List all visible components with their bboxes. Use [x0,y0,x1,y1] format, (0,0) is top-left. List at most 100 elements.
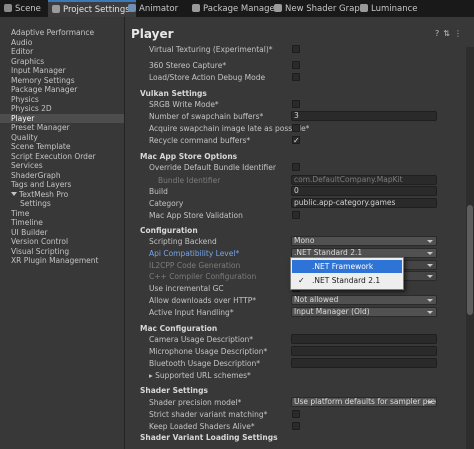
settings-gear-icon [52,5,60,13]
text-field[interactable] [291,334,437,344]
dropdown-option[interactable]: .NET Framework [292,260,402,273]
dropdown[interactable]: Use platform defaults for sampler precis… [291,397,437,407]
more-icon[interactable]: ⋮ [454,29,466,38]
text-field[interactable]: 0 [291,186,437,196]
sidebar-item-settings[interactable]: Settings [20,199,51,208]
tab-new-shader-graph[interactable]: New Shader Graph [274,1,365,17]
tab-package-manager[interactable]: Package Manager [192,1,278,17]
dropdown[interactable]: Not allowed [291,295,437,305]
sidebar-item-adaptive-performance[interactable]: Adaptive Performance [11,28,94,37]
sidebar-item-shadergraph[interactable]: ShaderGraph [11,171,61,180]
setting-row: Shader precision model* Use platform defa… [125,397,465,408]
setting-label: Acquire swapchain image late as possible… [149,124,310,133]
sidebar-item-tags-and-layers[interactable]: Tags and Layers [11,180,71,189]
checkbox[interactable] [292,61,300,69]
tab-luminance[interactable]: Luminance [360,1,418,17]
section-header: Shader Settings [140,386,208,395]
preset-icon[interactable]: ⇅ [443,29,454,38]
sidebar-item-label: Physics [11,94,39,104]
sidebar-item-timeline[interactable]: Timeline [11,218,43,227]
sidebar-item-label: Timeline [11,218,43,227]
setting-row: Shader Variant Loading Settings [125,432,465,443]
sidebar-item-label: Scene Template [11,142,71,151]
checkbox[interactable] [292,211,300,219]
sidebar-item-label: Player [11,113,35,123]
setting-row: Bundle Identifier com.DefaultCompany.MapK… [125,175,465,186]
dropdown[interactable]: Mono [291,236,437,246]
dropdown-option-label: .NET Framework [312,262,374,271]
sidebar-item-preset-manager[interactable]: Preset Manager [11,123,70,132]
checkbox[interactable] [292,410,300,418]
sidebar-item-time[interactable]: Time [11,209,29,218]
setting-label: Shader precision model* [149,398,242,407]
setting-row: Scripting Backend Mono [125,236,465,247]
sidebar-item-quality[interactable]: Quality [11,133,38,142]
scrollbar-thumb[interactable] [467,205,473,315]
sidebar-item-xr-plugin-management[interactable]: XR Plugin Management [11,256,98,265]
editor-tab-bar: Scene Project Settings Animator Package Man… [0,0,474,18]
tab-project-settings[interactable]: Project Settings [48,0,136,18]
sidebar-item-label: Settings [20,199,51,208]
foldout-label[interactable]: Supported URL schemes* [155,371,251,380]
sidebar-item-audio[interactable]: Audio [11,38,32,47]
sidebar-item-textmesh-pro[interactable]: TextMesh Pro [11,190,68,199]
setting-row: ▸ Supported URL schemes* [125,370,465,381]
checkbox[interactable] [292,73,300,81]
sidebar-item-services[interactable]: Services [11,161,43,170]
luminance-icon [360,4,368,12]
checkbox[interactable] [292,422,300,430]
checkbox[interactable] [292,45,300,53]
chevron-down-icon [427,311,433,314]
setting-row: Load/Store Action Debug Mode [125,72,465,83]
checkbox[interactable] [292,124,300,132]
sidebar-item-scene-template[interactable]: Scene Template [11,142,70,151]
sidebar-item-graphics[interactable]: Graphics [11,57,44,66]
tab-animator[interactable]: Animator [128,1,178,17]
dropdown-value: Input Manager (Old) [294,307,370,316]
setting-label: Virtual Texturing (Experimental)* [149,45,273,54]
sidebar-item-editor[interactable]: Editor [11,47,33,56]
sidebar-item-memory-settings[interactable]: Memory Settings [11,76,75,85]
setting-row: Active Input Handling* Input Manager (Old… [125,307,465,318]
section-header: Vulkan Settings [140,89,207,98]
sidebar-item-player[interactable]: Player [0,113,124,123]
chevron-down-icon [427,401,433,404]
setting-label: Use incremental GC [149,284,224,293]
setting-label: IL2CPP Code Generation [149,261,241,270]
sidebar-item-label: ShaderGraph [11,170,61,180]
text-field[interactable]: 3 [291,111,437,121]
sidebar-item-script-execution-order[interactable]: Script Execution Order [11,152,96,161]
tab-label: Project Settings [63,5,130,15]
sidebar-item-input-manager[interactable]: Input Manager [11,66,66,75]
dropdown-option[interactable]: ✓ .NET Standard 2.1 [292,274,402,287]
setting-row: Configuration [125,225,465,236]
sidebar-item-visual-scripting[interactable]: Visual Scripting [11,247,69,256]
chevron-down-icon[interactable] [11,191,17,196]
text-field[interactable] [291,346,437,356]
text-field[interactable]: public.app-category.games [291,198,437,208]
dropdown[interactable]: Input Manager (Old) [291,307,437,317]
tab-label: Luminance [371,4,418,14]
setting-label: Keep Loaded Shaders Alive* [149,422,255,431]
checkmark-icon: ✓ [293,136,300,145]
tab-scene[interactable]: Scene [4,1,41,17]
setting-label: SRGB Write Mode* [149,100,219,109]
checkbox[interactable] [292,163,300,171]
sidebar-item-label: Version Control [11,237,69,246]
settings-sidebar: Adaptive Performance Audio Editor Graphics I… [0,17,125,449]
setting-row: Mac App Store Options [125,151,465,162]
sidebar-item-package-manager[interactable]: Package Manager [11,85,77,94]
sidebar-item-physics[interactable]: Physics [11,95,39,104]
setting-label: Scripting Backend [149,237,217,246]
sidebar-item-label: Input Manager [11,66,66,75]
sidebar-item-physics-2d[interactable]: Physics 2D [11,104,52,113]
chevron-down-icon [427,299,433,302]
setting-label: Strict shader variant matching* [149,410,268,419]
chevron-down-icon [427,264,433,267]
setting-row: Keep Loaded Shaders Alive* [125,421,465,432]
sidebar-item-ui-builder[interactable]: UI Builder [11,228,48,237]
sidebar-item-version-control[interactable]: Version Control [11,237,68,246]
checkbox[interactable] [292,100,300,108]
checkbox[interactable]: ✓ [292,136,300,145]
text-field[interactable] [291,358,437,368]
